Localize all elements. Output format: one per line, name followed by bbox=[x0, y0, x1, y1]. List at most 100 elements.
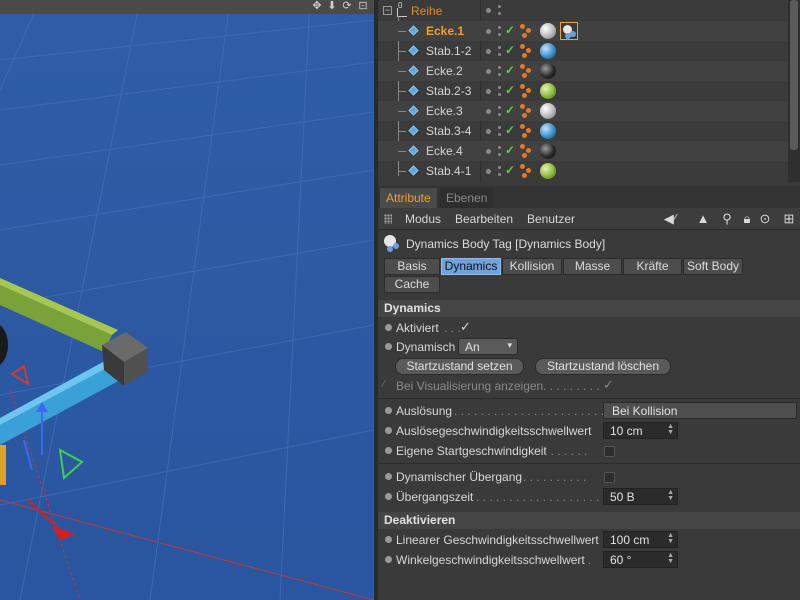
transition-time-field[interactable]: 50 B ▲ ▼ bbox=[603, 488, 678, 505]
new-panel-icon[interactable]: ⊞ bbox=[782, 211, 796, 227]
object-name[interactable]: Ecke.3 bbox=[426, 104, 463, 118]
render-visibility-dot[interactable] bbox=[498, 153, 501, 156]
object-name[interactable]: Reihe bbox=[411, 4, 442, 18]
editor-visibility-dot[interactable] bbox=[486, 109, 491, 114]
stepper-icon[interactable]: ▲ ▼ bbox=[667, 489, 674, 502]
subtab-kr-fte[interactable]: Kräfte bbox=[623, 258, 682, 275]
render-visibility-dot[interactable] bbox=[498, 166, 501, 169]
animate-dot[interactable] bbox=[385, 324, 392, 331]
render-visibility-dot[interactable] bbox=[498, 73, 501, 76]
editor-visibility-dot[interactable] bbox=[486, 8, 491, 13]
animate-dot[interactable] bbox=[385, 473, 392, 480]
render-visibility-dot[interactable] bbox=[498, 126, 501, 129]
render-visibility-dot[interactable] bbox=[498, 66, 501, 69]
subtab-soft-body[interactable]: Soft Body bbox=[683, 258, 743, 275]
scrollbar-thumb[interactable] bbox=[790, 0, 798, 150]
render-visibility-dot[interactable] bbox=[498, 12, 501, 15]
object-name[interactable]: Ecke.2 bbox=[426, 64, 463, 78]
stepper-icon[interactable]: ▲ ▼ bbox=[667, 552, 674, 565]
up-arrow-icon[interactable]: ▲ bbox=[696, 211, 710, 227]
animate-dot[interactable] bbox=[385, 556, 392, 563]
object-row-root[interactable]: −0 Reihe bbox=[378, 1, 788, 21]
grip-icon[interactable] bbox=[384, 214, 392, 224]
enabled-check-icon[interactable]: ✓ bbox=[505, 83, 515, 97]
render-visibility-dot[interactable] bbox=[498, 53, 501, 56]
editor-visibility-dot[interactable] bbox=[486, 149, 491, 154]
enabled-check-icon[interactable]: ✓ bbox=[505, 123, 515, 137]
material-tag-icon[interactable] bbox=[540, 163, 556, 179]
3d-viewport[interactable]: ✥ ⬇ ⟳ ⊡ bbox=[0, 0, 374, 600]
render-visibility-dot[interactable] bbox=[498, 106, 501, 109]
stepper-icon[interactable]: ▲ ▼ bbox=[667, 532, 674, 545]
enabled-check-icon[interactable]: ✓ bbox=[505, 163, 515, 177]
animate-dot[interactable] bbox=[385, 447, 392, 454]
object-row[interactable]: Stab.2-3 ✓ bbox=[378, 81, 788, 101]
object-row[interactable]: Ecke.3 ✓ bbox=[378, 101, 788, 121]
editor-visibility-dot[interactable] bbox=[486, 49, 491, 54]
editor-visibility-dot[interactable] bbox=[486, 89, 491, 94]
show-in-viewport-checkbox[interactable]: ✓ bbox=[603, 378, 614, 391]
render-visibility-dot[interactable] bbox=[498, 146, 501, 149]
phong-tag-icon[interactable] bbox=[520, 64, 532, 78]
render-visibility-dot[interactable] bbox=[498, 173, 501, 176]
object-name[interactable]: Ecke.4 bbox=[426, 144, 463, 158]
editor-visibility-dot[interactable] bbox=[486, 29, 491, 34]
render-visibility-dot[interactable] bbox=[498, 133, 501, 136]
custom-initial-velocity-checkbox[interactable] bbox=[604, 446, 615, 457]
phong-tag-icon[interactable] bbox=[520, 144, 532, 158]
phong-tag-icon[interactable] bbox=[520, 24, 532, 38]
subtab-basis[interactable]: Basis bbox=[384, 258, 440, 275]
animate-dot[interactable] bbox=[385, 407, 392, 414]
collapse-icon[interactable]: − bbox=[383, 6, 392, 15]
object-row[interactable]: Ecke.1 ✓ bbox=[378, 21, 788, 41]
search-icon[interactable]: ⚲ bbox=[720, 211, 734, 227]
dynamic-transition-checkbox[interactable] bbox=[604, 472, 615, 483]
object-scrollbar[interactable] bbox=[788, 0, 800, 182]
set-initial-state-button[interactable]: Startzustand setzen bbox=[395, 358, 524, 375]
settings-icon[interactable]: ⊙ bbox=[758, 211, 772, 227]
dynamic-dropdown[interactable]: An ▾ bbox=[458, 338, 518, 355]
angular-threshold-field[interactable]: 60 ° ▲ ▼ bbox=[603, 551, 678, 568]
animate-dot[interactable] bbox=[385, 536, 392, 543]
phong-tag-icon[interactable] bbox=[520, 124, 532, 138]
tab-layers[interactable]: Ebenen bbox=[440, 188, 494, 208]
enabled-check-icon[interactable]: ✓ bbox=[505, 143, 515, 157]
object-manager[interactable]: −0 Reihe Ecke.1 ✓ Stab.1-2 ✓ Ecke.2 ✓ Stab.2-3 ✓ E… bbox=[378, 0, 800, 182]
menu-mode[interactable]: Modus bbox=[405, 212, 441, 226]
maximize-view-icon[interactable]: ⊡ bbox=[357, 0, 369, 13]
object-name[interactable]: Ecke.1 bbox=[426, 24, 464, 38]
subtab-dynamics[interactable]: Dynamics bbox=[441, 258, 501, 275]
phong-tag-icon[interactable] bbox=[520, 84, 532, 98]
phong-tag-icon[interactable] bbox=[520, 44, 532, 58]
tab-attribute[interactable]: Attribute bbox=[380, 188, 437, 208]
enabled-check-icon[interactable]: ✓ bbox=[505, 23, 515, 37]
dynamics-body-tag-icon[interactable] bbox=[560, 22, 578, 40]
object-row[interactable]: Ecke.2 ✓ bbox=[378, 61, 788, 81]
menu-edit[interactable]: Bearbeiten bbox=[455, 212, 513, 226]
editor-visibility-dot[interactable] bbox=[486, 69, 491, 74]
linear-threshold-field[interactable]: 100 cm ▲ ▼ bbox=[603, 531, 678, 548]
render-visibility-dot[interactable] bbox=[498, 5, 501, 8]
menu-user[interactable]: Benutzer bbox=[527, 212, 575, 226]
render-visibility-dot[interactable] bbox=[498, 113, 501, 116]
object-row[interactable]: Stab.4-1 ✓ bbox=[378, 161, 788, 181]
enabled-check-icon[interactable]: ✓ bbox=[505, 43, 515, 57]
animate-dot[interactable] bbox=[385, 493, 392, 500]
animate-dot[interactable] bbox=[385, 427, 392, 434]
clear-initial-state-button[interactable]: Startzustand löschen bbox=[535, 358, 671, 375]
object-name[interactable]: Stab.1-2 bbox=[426, 44, 471, 58]
animate-dot[interactable] bbox=[385, 343, 392, 350]
object-row[interactable]: Stab.1-2 ✓ bbox=[378, 41, 788, 61]
material-tag-icon[interactable] bbox=[540, 143, 556, 159]
render-visibility-dot[interactable] bbox=[498, 26, 501, 29]
object-row[interactable]: Ecke.4 ✓ bbox=[378, 141, 788, 161]
material-tag-icon[interactable] bbox=[540, 103, 556, 119]
render-visibility-dot[interactable] bbox=[498, 93, 501, 96]
phong-tag-icon[interactable] bbox=[520, 164, 532, 178]
material-tag-icon[interactable] bbox=[540, 123, 556, 139]
stepper-icon[interactable]: ▲ ▼ bbox=[667, 423, 674, 436]
trigger-velocity-field[interactable]: 10 cm ▲ ▼ bbox=[603, 422, 678, 439]
enabled-check-icon[interactable]: ✓ bbox=[505, 63, 515, 77]
zoom-view-icon[interactable]: ⬇ bbox=[326, 0, 338, 13]
material-tag-icon[interactable] bbox=[540, 63, 556, 79]
